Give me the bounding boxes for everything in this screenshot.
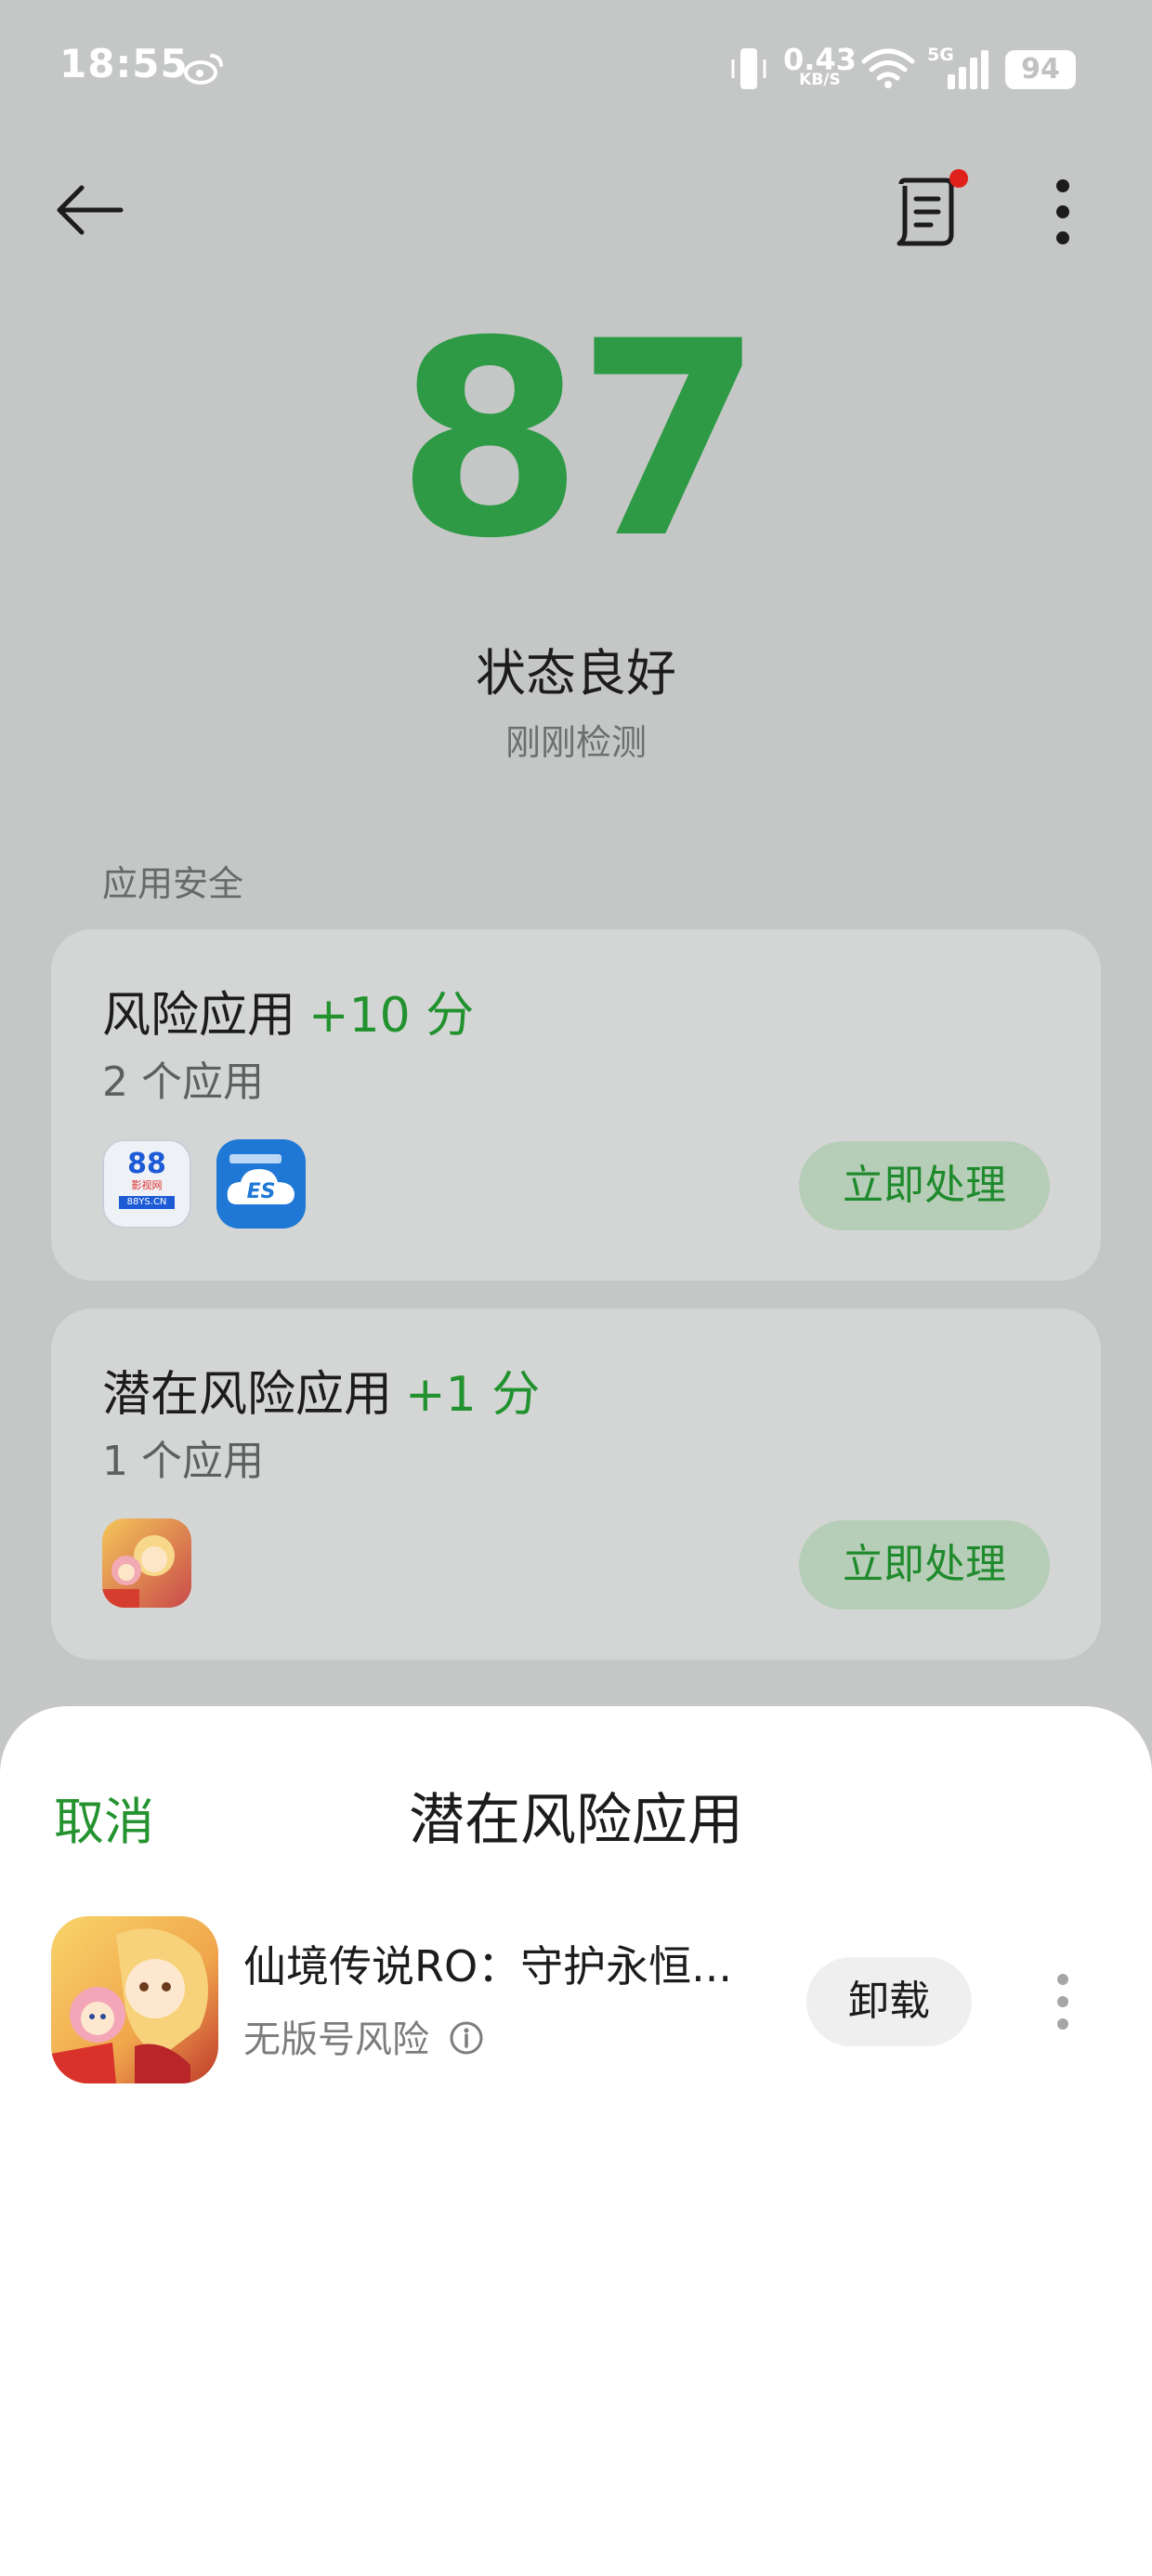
section-label-app-security: 应用安全 (102, 863, 244, 904)
back-arrow-icon[interactable] (54, 182, 124, 238)
info-icon[interactable] (449, 2020, 484, 2056)
card-title-text: 潜在风险应用 (102, 1367, 393, 1423)
app-88-icon: 88 影视网 88YS.CN (102, 1139, 191, 1229)
potential-risk-apps-card[interactable]: 潜在风险应用 +1 分 1 个应用 立即处理 (51, 1308, 1101, 1660)
card-app-count: 1 个应用 (102, 1438, 264, 1485)
handle-now-button[interactable]: 立即处理 (799, 1520, 1050, 1610)
card-title-text: 风险应用 (102, 988, 296, 1044)
uninstall-button[interactable]: 卸载 (806, 1957, 972, 2046)
sheet-title: 潜在风险应用 (409, 1788, 743, 1853)
notification-dot (949, 169, 968, 188)
battery-icon: 94 (1005, 50, 1076, 89)
more-options-icon[interactable] (1046, 1972, 1080, 2031)
wifi-icon (861, 48, 915, 88)
card-app-count: 2 个应用 (102, 1058, 264, 1106)
last-check-time: 刚刚检测 (504, 722, 647, 763)
card-title: 潜在风险应用 +1 分 (102, 1355, 540, 1425)
report-icon[interactable] (892, 167, 970, 251)
card-points: +1 分 (405, 1367, 541, 1423)
risk-apps-card[interactable]: 风险应用 +10 分 2 个应用 88 影视网 88YS.CN ES 立即处理 (51, 929, 1101, 1281)
es-file-icon: ES (216, 1139, 306, 1229)
vibrate-icon (731, 48, 766, 89)
weibo-icon (184, 54, 223, 85)
signal-icon (948, 50, 988, 89)
status-time: 18:55 (59, 41, 189, 86)
status-bar: 18:55 0.43 KB/S 5G 94 (0, 0, 1152, 139)
risk-reason-text: 无版号风险 (243, 2018, 429, 2061)
card-title: 风险应用 +10 分 (102, 976, 474, 1045)
more-vertical-icon[interactable] (1046, 177, 1080, 247)
game-ro-app-icon (51, 1916, 218, 2083)
card-points: +10 分 (308, 988, 475, 1044)
security-score: 87 (396, 284, 764, 598)
net-speed: 0.43 KB/S (783, 45, 857, 88)
handle-now-button[interactable]: 立即处理 (799, 1141, 1050, 1230)
security-status: 状态良好 (476, 644, 676, 703)
risk-reason: 无版号风险 (243, 2009, 484, 2063)
game-ro-icon (102, 1518, 191, 1608)
app-name: 仙境传说RO：守护永恒... (243, 1941, 733, 1991)
bottom-sheet: 取消 潜在风险应用 仙境传说RO：守护永恒... 无版号风险 卸载 (0, 1706, 1152, 2576)
